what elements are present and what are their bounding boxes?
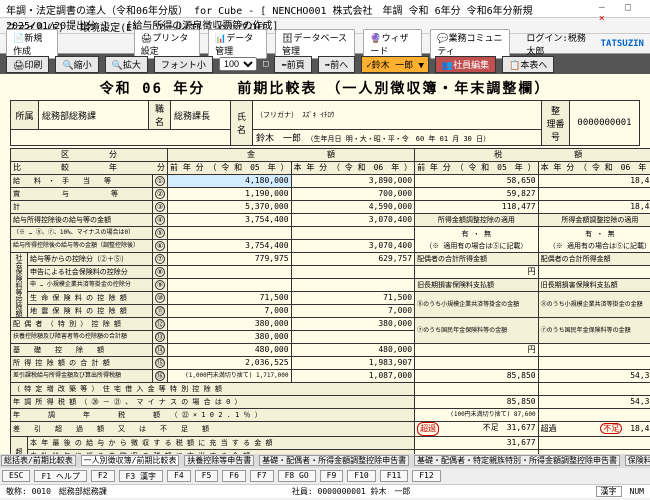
- tab-4[interactable]: 基礎・配偶者・所得金額調整控除申告書: [259, 455, 409, 466]
- community-btn[interactable]: 💬業務コミュニティ: [430, 29, 510, 59]
- comparison-grid: 区 分 金 額 税 額 比 較 年 分 前 年 分 （ 令 和 05 年 ） 本…: [10, 148, 650, 454]
- col-zei-prev: 前 年 分 （ 令 和 05 年 ）: [415, 162, 539, 175]
- f12-key[interactable]: F12: [412, 470, 440, 482]
- toolbar-secondary: 🖨印刷 🔍縮小 🔍拡大 フォント小 100 □ ⬅前頁 ➡前へ ✓鈴木 一郎 ▼…: [0, 54, 650, 74]
- max-btn[interactable]: □: [618, 2, 638, 13]
- salary-tax-prev[interactable]: 58,650: [415, 175, 539, 188]
- f1-key[interactable]: F1 ヘルプ: [34, 470, 86, 482]
- row-compare: 比 較 年 分: [11, 162, 168, 175]
- tab-3[interactable]: 扶養控除等申告書: [184, 455, 254, 466]
- f6-key[interactable]: F6: [222, 470, 246, 482]
- function-keys: ESC F1 ヘルプ F2 F3 漢字 F4 F5 F6 F7 F8 GO F9…: [0, 468, 650, 484]
- status-mid: 社員: 0000000001 鈴木 一郎: [292, 486, 411, 497]
- name-birth: 鈴木 一郎 （生年月日 明・大・昭・平・令 60 年 01 月 30 日）: [253, 130, 542, 146]
- salary-prev[interactable]: 4,180,000: [168, 175, 292, 188]
- f4-key[interactable]: F4: [167, 470, 191, 482]
- f3-key[interactable]: F3 漢字: [119, 470, 163, 482]
- logo: TATSUZIN: [601, 39, 644, 49]
- statusbar: 敬称: 0010 総務部総務課 社員: 0000000001 鈴木 一郎 漢字 …: [0, 484, 650, 498]
- prev-page-btn[interactable]: ⬅前頁: [274, 56, 311, 73]
- menu-env[interactable]: 環境設定(E): [80, 23, 138, 34]
- fontsmall-btn[interactable]: フォント小: [154, 56, 213, 73]
- name-label: 氏名: [231, 101, 253, 146]
- tab-5[interactable]: 基礎・配偶者・特定親族特別・所得金額調整控除申告書: [414, 455, 620, 466]
- status-kanji: 漢字: [596, 486, 622, 497]
- employee-edit-btn[interactable]: 👥社員編集: [435, 56, 496, 73]
- window-title: 年調・法定調書の達人（令和06年分版） for Cube - [ NENCHO0…: [6, 2, 592, 15]
- status-num: NUM: [630, 487, 644, 496]
- col-kin: 金 額: [168, 149, 415, 162]
- main-sheet-btn[interactable]: 📋本表へ: [502, 56, 554, 73]
- mgr-label: 整 理番 号: [542, 101, 570, 146]
- doc-title: 令和 06 年分 前期比較表 （一人別徴収簿・年末調整欄）: [10, 78, 640, 98]
- tab-1[interactable]: 総括表/前期比較表: [1, 455, 76, 466]
- tab-6[interactable]: 保険料控除申告書: [625, 455, 650, 466]
- print-setup-btn[interactable]: 🖨プリンタ設定: [134, 29, 200, 59]
- dept-label: 所属: [11, 101, 39, 130]
- esc-key[interactable]: ESC: [2, 470, 30, 482]
- f9-key[interactable]: F9: [320, 470, 344, 482]
- min-btn[interactable]: –: [592, 2, 612, 13]
- f5-key[interactable]: F5: [195, 470, 219, 482]
- salary-tax-curr[interactable]: 18,410: [538, 175, 650, 188]
- pos-label: 職名: [149, 101, 171, 130]
- toolbar-primary: 📄新規作成 🖨プリンタ設定 📊データ管理 🗄データベース管理 🔮ウィザード 💬業…: [0, 34, 650, 54]
- db-mgmt-btn[interactable]: 🗄データベース管理: [275, 29, 355, 59]
- mgr-value: 0000000001: [570, 101, 640, 146]
- sheet-tabs: 総括表/前期比較表 一人別徴収簿/前期比較表 扶養控除等申告書 基礎・配偶者・所…: [0, 454, 650, 468]
- login-user: ログイン:税務 太郎: [526, 31, 592, 57]
- col-kin-curr: 本 年 分 （ 令 和 06 年 ）: [291, 162, 415, 175]
- person-selector[interactable]: ✓鈴木 一郎 ▼: [361, 56, 429, 73]
- f7-key[interactable]: F7: [250, 470, 274, 482]
- new-btn[interactable]: 📄新規作成: [6, 29, 58, 59]
- zoomout-btn[interactable]: 🔍縮小: [55, 56, 98, 73]
- f2-key[interactable]: F2: [91, 470, 115, 482]
- col-kin-prev: 前 年 分 （ 令 和 05 年 ）: [168, 162, 292, 175]
- zoom-select[interactable]: 100: [219, 57, 257, 71]
- salary-curr[interactable]: 3,890,000: [291, 175, 415, 188]
- status-left: 敬称: 0010 総務部総務課: [6, 486, 107, 497]
- tab-2[interactable]: 一人別徴収簿/前期比較表: [81, 455, 180, 466]
- f8-key[interactable]: F8 GO: [278, 470, 316, 482]
- pos-value: 総務課長: [171, 101, 231, 130]
- f10-key[interactable]: F10: [347, 470, 375, 482]
- data-mgmt-btn[interactable]: 📊データ管理: [208, 29, 267, 59]
- kana-value: （フリガナ） ｽｽﾞｷ ｲﾁﾛｳ: [253, 101, 542, 130]
- next-btn[interactable]: ➡前へ: [318, 56, 355, 73]
- header-info: 所属 総務部総務課 職名 総務課長 氏名 （フリガナ） ｽｽﾞｷ ｲﾁﾛｳ 整 …: [10, 100, 640, 146]
- col-zei-curr: 本 年 分 （ 令 和 06 年 ）: [538, 162, 650, 175]
- print-btn[interactable]: 🖨印刷: [6, 56, 49, 73]
- dept-value: 総務部総務課: [39, 101, 149, 130]
- f11-key[interactable]: F11: [380, 470, 408, 482]
- col-kubun: 区 分: [11, 149, 168, 162]
- close-btn[interactable]: ×: [592, 13, 612, 24]
- zoomin-btn[interactable]: 🔍拡大: [105, 56, 148, 73]
- titlebar: 年調・法定調書の達人（令和06年分版） for Cube - [ NENCHO0…: [0, 0, 650, 18]
- wizard-btn[interactable]: 🔮ウィザード: [363, 29, 422, 59]
- col-zei: 税 額: [415, 149, 650, 162]
- document-area: 令和 06 年分 前期比較表 （一人別徴収簿・年末調整欄） 所属 総務部総務課 …: [0, 74, 650, 454]
